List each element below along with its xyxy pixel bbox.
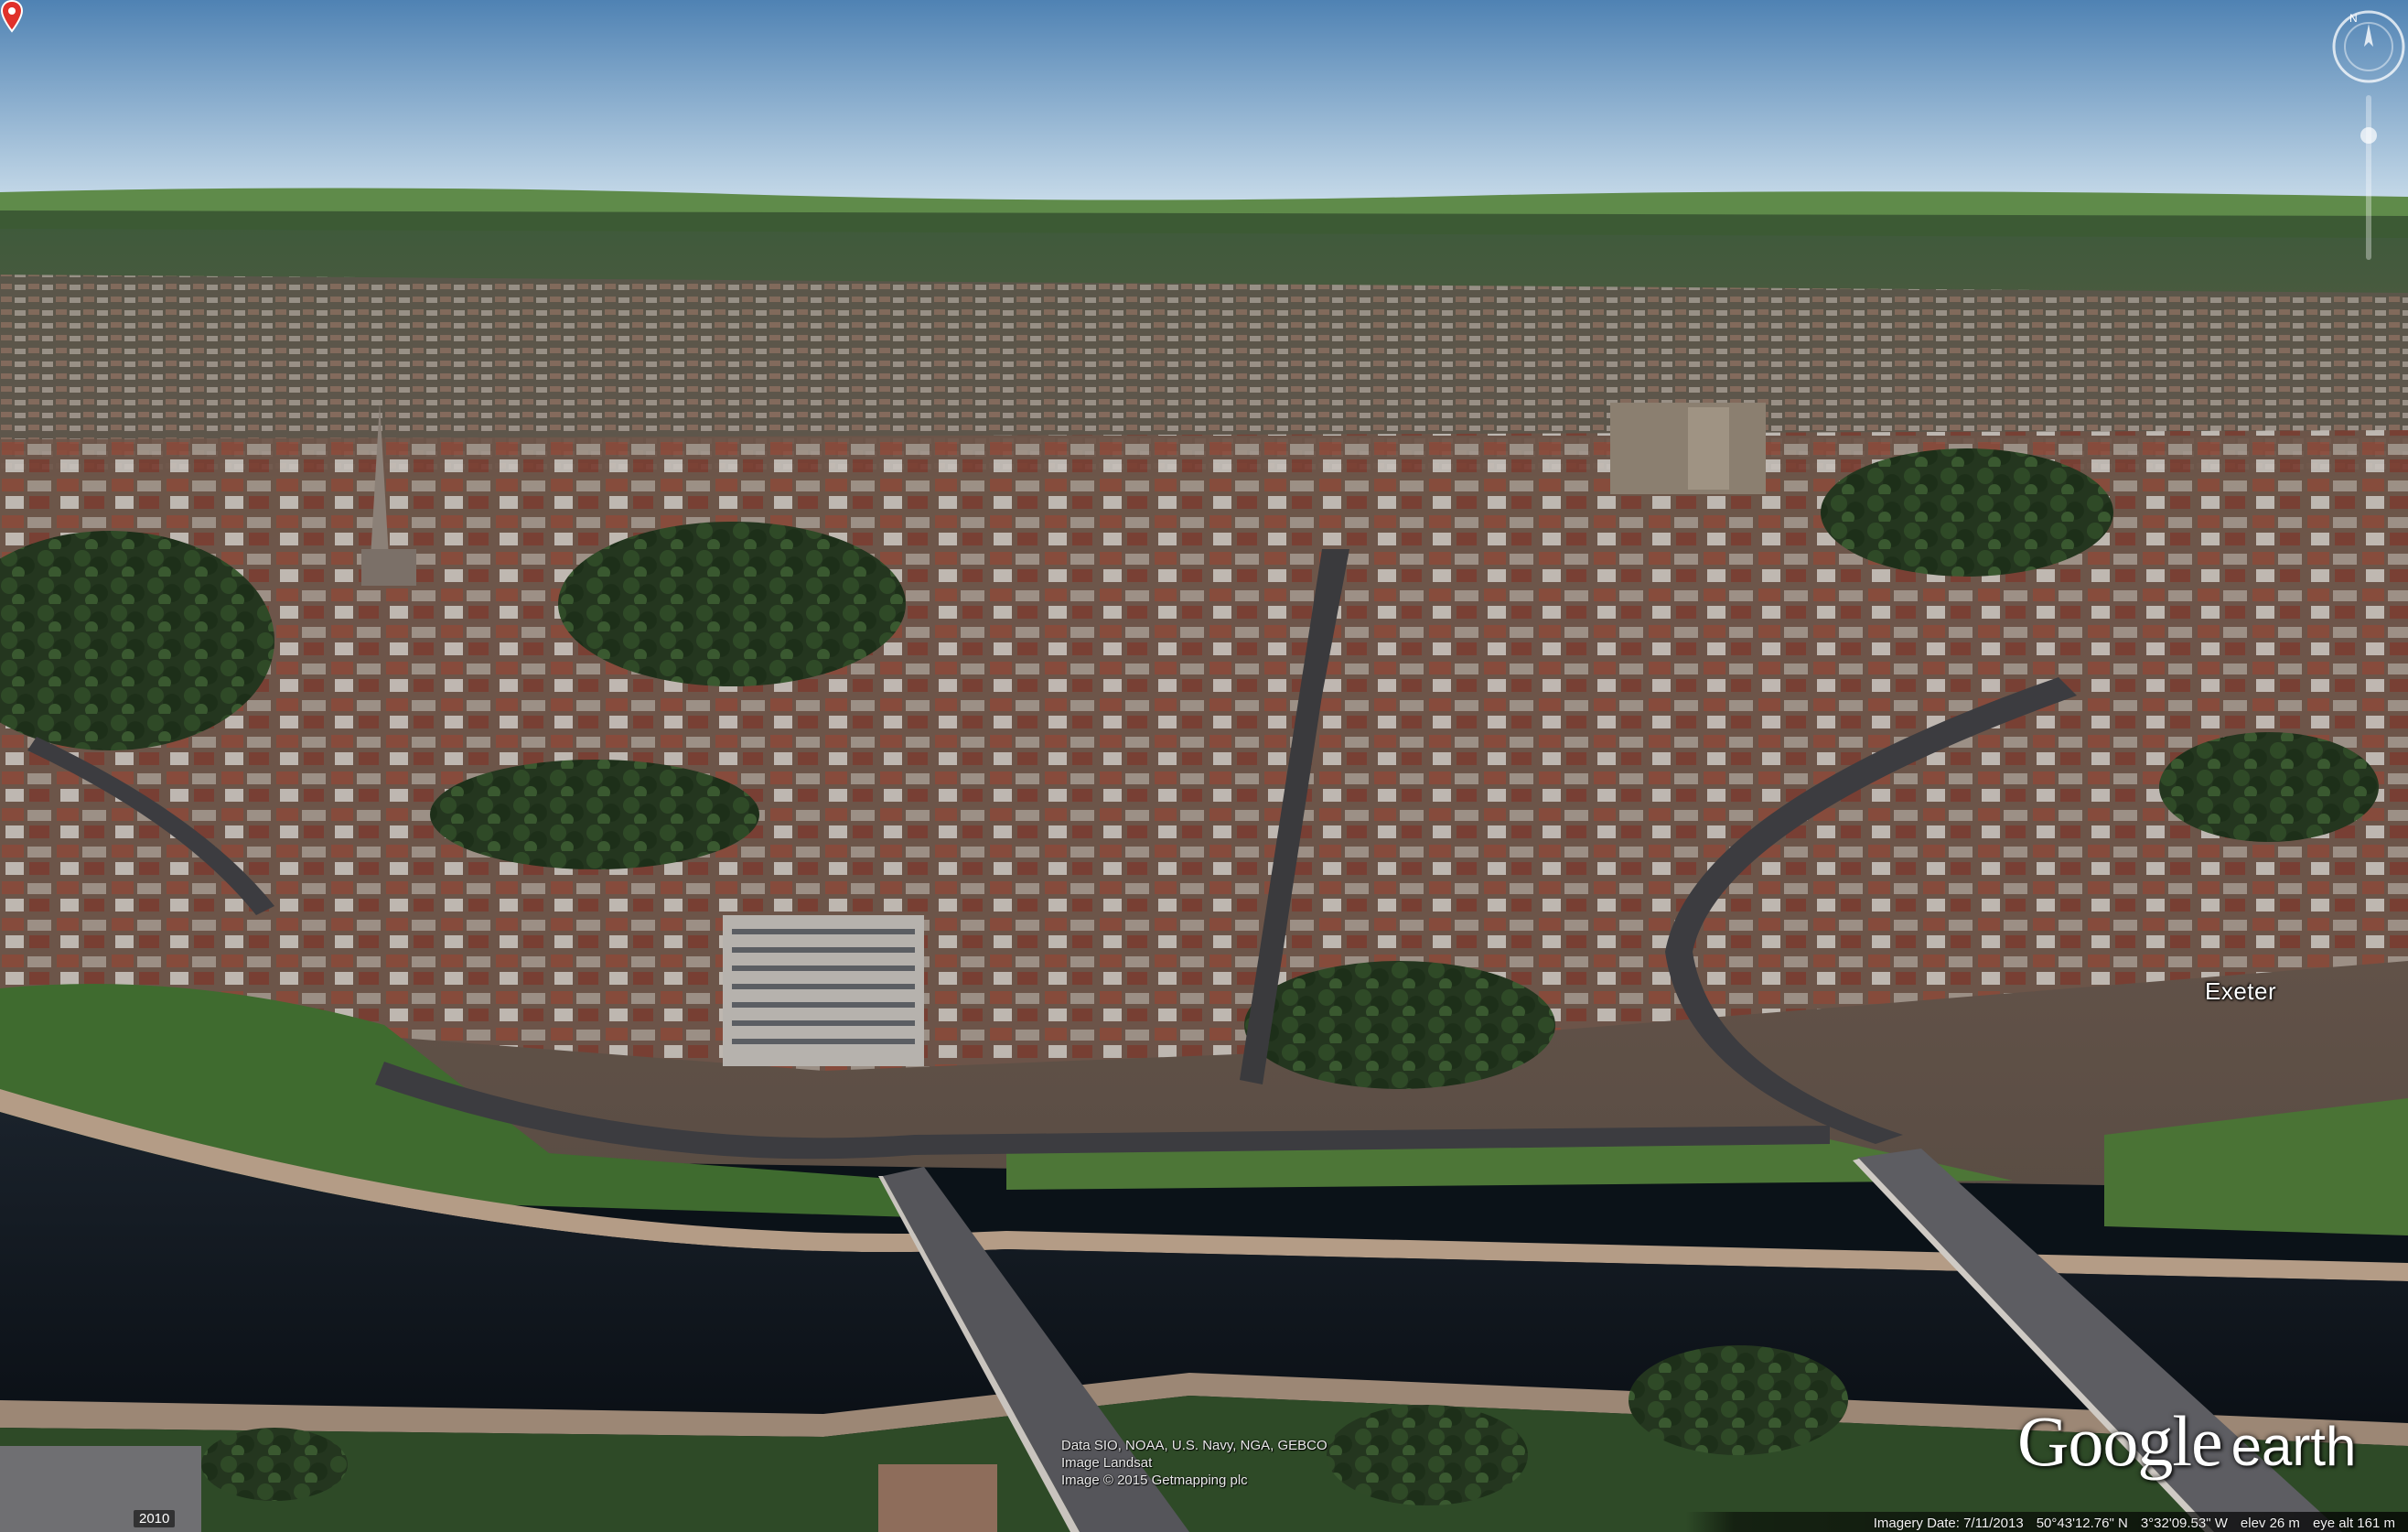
attribution-line-landsat: Image Landsat: [1061, 1455, 1153, 1471]
attribution-line-getmapping: Image © 2015 Getmapping plc: [1061, 1473, 1248, 1488]
place-label[interactable]: Exeter: [2205, 977, 2276, 1006]
attribution-line-data: Data SIO, NOAA, U.S. Navy, NGA, GEBCO: [1061, 1438, 1328, 1453]
latitude-readout: 50°43'12.76" N: [2036, 1516, 2128, 1531]
status-bar: Imagery Date: 7/11/2013 50°43'12.76" N 3…: [0, 1512, 2408, 1532]
earth-3d-view[interactable]: Exeter Data SIO, NOAA, U.S. Navy, NGA, G…: [0, 0, 2408, 1532]
longitude-readout: 3°32'09.53" W: [2140, 1516, 2228, 1531]
imagery-attribution: Data SIO, NOAA, U.S. Navy, NGA, GEBCO Im…: [1061, 1437, 1328, 1489]
navigation-controls: N: [2329, 7, 2408, 264]
elevation-readout: elev 26 m: [2240, 1516, 2300, 1531]
eye-altitude-readout: eye alt 161 m: [2312, 1516, 2395, 1531]
imagery-date: Imagery Date: 7/11/2013: [1873, 1516, 2024, 1531]
aerial-scene: [0, 0, 2408, 1532]
logo-google-text: Google: [2017, 1401, 2223, 1481]
zoom-slider-icon[interactable]: [2360, 95, 2378, 260]
map-pin-icon[interactable]: [0, 0, 24, 33]
google-earth-logo: Google earth: [2017, 1400, 2356, 1492]
logo-earth-text: earth: [2231, 1416, 2357, 1477]
compass-ring[interactable]: [2329, 7, 2408, 86]
